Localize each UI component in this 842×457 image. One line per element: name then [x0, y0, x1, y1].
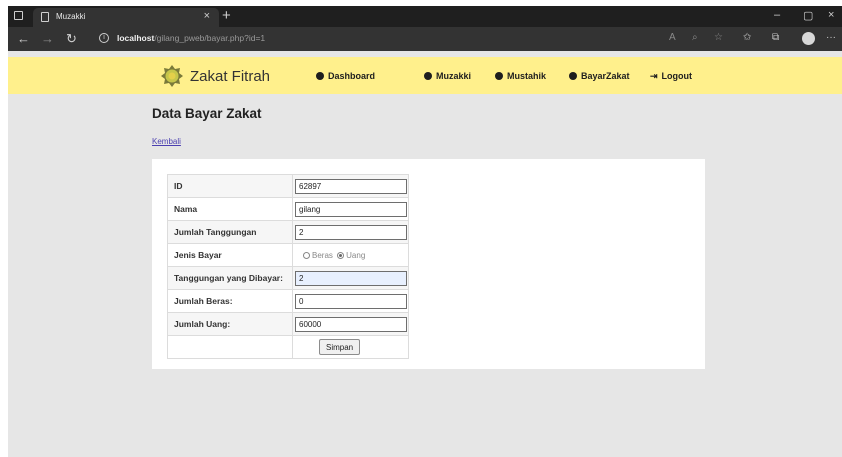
back-icon[interactable]: ←: [17, 31, 30, 46]
brand-title: Zakat Fitrah: [190, 68, 271, 85]
id-label: ID: [167, 174, 293, 198]
site-info-icon[interactable]: i: [99, 33, 109, 43]
maximize-icon[interactable]: ▢: [803, 9, 813, 22]
new-tab-icon[interactable]: +: [222, 6, 231, 25]
minimize-icon[interactable]: –: [774, 9, 780, 21]
profile-avatar[interactable]: [802, 32, 815, 45]
tab-close-icon[interactable]: ×: [204, 10, 210, 22]
address-bar: ← → ↻ i localhost/gilang_pweb/bayar.php?…: [8, 27, 842, 51]
url-field[interactable]: localhost/gilang_pweb/bayar.php?id=1: [117, 33, 265, 43]
form-row-dibayar: Tanggungan yang Dibayar:: [167, 266, 409, 290]
dibayar-field[interactable]: [295, 270, 407, 286]
id-field[interactable]: [295, 178, 407, 194]
radio-uang-label: Uang: [346, 250, 366, 260]
form-row-submit: Simpan: [167, 335, 409, 359]
zakat-logo-icon: [161, 65, 183, 87]
nav-dashboard[interactable]: Dashboard: [316, 71, 375, 81]
user-circle-icon: [316, 72, 324, 80]
radio-beras[interactable]: [303, 251, 310, 259]
uang-field[interactable]: [295, 316, 407, 332]
beras-field[interactable]: [295, 293, 407, 309]
jenis-bayar-radios: Beras Uang: [295, 251, 408, 260]
nav-bayarzakat[interactable]: BayarZakat: [569, 71, 630, 81]
browser-tab[interactable]: Muzakki ×: [33, 8, 219, 27]
user-circle-icon: [495, 72, 503, 80]
logout-icon: ⇥: [650, 71, 658, 81]
radio-beras-label: Beras: [312, 250, 333, 260]
beras-label: Jumlah Beras:: [167, 289, 293, 313]
favorites-icon[interactable]: ✩: [743, 32, 751, 43]
form-row-jenis: Jenis Bayar Beras Uang: [167, 243, 409, 267]
nama-label: Nama: [167, 197, 293, 221]
close-window-icon[interactable]: ×: [828, 9, 834, 21]
collections-icon[interactable]: ⧉: [772, 32, 779, 43]
forward-icon[interactable]: →: [41, 31, 54, 46]
tab-actions-icon[interactable]: [14, 11, 23, 20]
dibayar-label: Tanggungan yang Dibayar:: [167, 266, 293, 290]
tanggungan-field[interactable]: [295, 224, 407, 240]
form-card: ID Nama Jumlah Tanggungan Jenis Bayar Be…: [152, 159, 705, 369]
nav-mustahik[interactable]: Mustahik: [495, 71, 546, 81]
nav-muzakki[interactable]: Muzakki: [424, 71, 471, 81]
form-row-uang: Jumlah Uang:: [167, 312, 409, 336]
form-row-id: ID: [167, 174, 409, 198]
back-link[interactable]: Kembali: [152, 137, 181, 146]
zoom-icon[interactable]: ⌕: [692, 32, 698, 43]
user-circle-icon: [424, 72, 432, 80]
user-circle-icon: [569, 72, 577, 80]
bayar-zakat-form: ID Nama Jumlah Tanggungan Jenis Bayar Be…: [167, 174, 409, 359]
page-icon: [41, 12, 49, 22]
browser-tab-strip: Muzakki × + – ▢ ×: [8, 6, 842, 27]
tab-title: Muzakki: [56, 12, 86, 21]
refresh-icon[interactable]: ↻: [66, 31, 77, 47]
add-favorite-icon[interactable]: ☆: [714, 32, 723, 43]
page-title: Data Bayar Zakat: [152, 106, 262, 121]
page-content: Zakat Fitrah Dashboard Muzakki Mustahik …: [8, 51, 842, 457]
read-aloud-icon[interactable]: A: [669, 32, 676, 43]
uang-label: Jumlah Uang:: [167, 312, 293, 336]
jenis-bayar-label: Jenis Bayar: [167, 243, 293, 267]
form-row-nama: Nama: [167, 197, 409, 221]
tanggungan-label: Jumlah Tanggungan: [167, 220, 293, 244]
navbar: Zakat Fitrah Dashboard Muzakki Mustahik …: [8, 57, 842, 94]
form-row-beras: Jumlah Beras:: [167, 289, 409, 313]
simpan-button[interactable]: Simpan: [319, 339, 361, 355]
nama-field[interactable]: [295, 201, 407, 217]
nav-logout[interactable]: ⇥ Logout: [650, 71, 692, 82]
radio-uang[interactable]: [337, 251, 345, 259]
more-options-icon[interactable]: ···: [826, 32, 836, 43]
form-row-tanggungan: Jumlah Tanggungan: [167, 220, 409, 244]
